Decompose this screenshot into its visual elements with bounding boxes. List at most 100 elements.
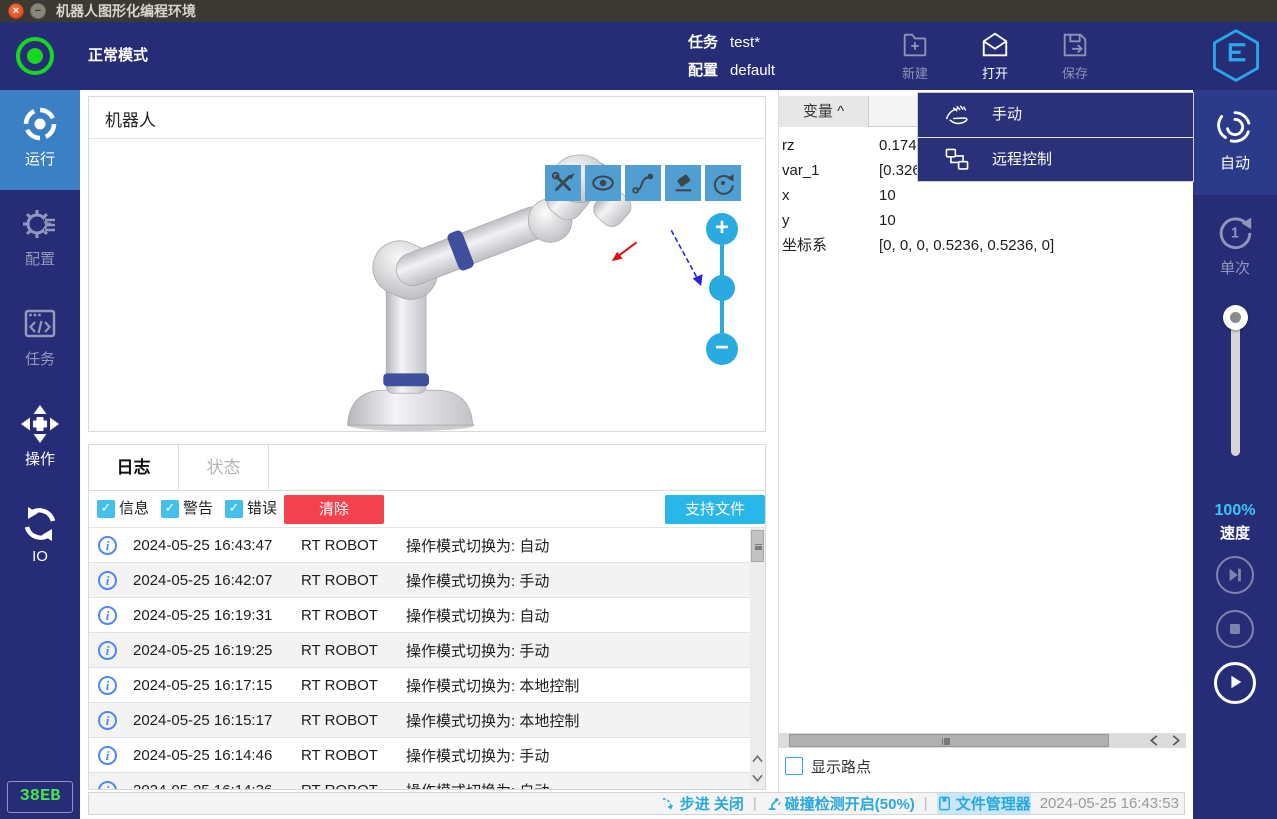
log-row: i 2024-05-25 16:17:15 RT ROBOT 操作模式切换为: … bbox=[89, 668, 750, 703]
log-message: 操作模式切换为: 自动 bbox=[406, 605, 549, 626]
log-row: i 2024-05-25 16:19:31 RT ROBOT 操作模式切换为: … bbox=[89, 598, 750, 633]
speed-slider-track[interactable] bbox=[1231, 318, 1240, 456]
scroll-down-button[interactable] bbox=[750, 769, 765, 788]
zoom-in-button[interactable]: + bbox=[706, 213, 738, 245]
task-value[interactable]: test* bbox=[730, 34, 760, 51]
status-timestamp: 2024-05-25 16:43:53 bbox=[1040, 795, 1179, 812]
sidebar-item-label: 任务 bbox=[0, 348, 80, 369]
tab-status[interactable]: 状态 bbox=[179, 445, 269, 491]
robot-panel: 机器人 bbox=[88, 96, 766, 432]
variables-panel: 变量 ^ rz 0.1745 var_1 [0.326 x 10 y 10 坐 bbox=[778, 90, 1185, 792]
info-icon: i bbox=[98, 641, 117, 660]
rotate-view-button[interactable] bbox=[705, 165, 741, 201]
path-icon bbox=[630, 170, 656, 196]
speed-label: 速度 bbox=[1193, 522, 1277, 543]
auto-mode-label: 自动 bbox=[1193, 152, 1277, 173]
variable-value: [0.326 bbox=[879, 158, 921, 183]
clear-log-button[interactable]: 清除 bbox=[284, 495, 384, 524]
sidebar-item-operate[interactable]: 操作 bbox=[0, 390, 80, 490]
log-message: 操作模式切换为: 本地控制 bbox=[406, 675, 579, 696]
zoom-slider-knob[interactable] bbox=[709, 275, 735, 301]
auto-swirl-icon bbox=[1214, 106, 1256, 148]
log-message: 操作模式切换为: 手动 bbox=[406, 570, 549, 591]
log-row: i 2024-05-25 16:15:17 RT ROBOT 操作模式切换为: … bbox=[89, 703, 750, 738]
check-icon: ✓ bbox=[101, 501, 112, 516]
single-run-button[interactable]: 1 单次 bbox=[1193, 195, 1277, 300]
log-panel: 日志 状态 ✓ 信息 ✓ 警告 ✓ 错误 清除 支持文件 i 2024-05-2… bbox=[88, 444, 766, 790]
step-icon bbox=[661, 796, 676, 811]
info-filter-label: 信息 bbox=[119, 500, 149, 518]
log-scrollbar-thumb[interactable] bbox=[751, 530, 764, 562]
auto-mode-button[interactable]: 自动 bbox=[1193, 90, 1277, 195]
close-icon[interactable]: × bbox=[8, 3, 24, 19]
variables-hscrollbar-thumb[interactable] bbox=[789, 734, 1109, 747]
log-message: 操作模式切换为: 手动 bbox=[406, 745, 549, 766]
minimize-icon[interactable]: − bbox=[30, 3, 46, 19]
stop-button[interactable] bbox=[1216, 610, 1254, 648]
log-time: 2024-05-25 16:19:31 bbox=[133, 607, 301, 624]
task-row: 任务test* bbox=[688, 31, 760, 55]
info-icon: i bbox=[98, 746, 117, 765]
new-file-icon bbox=[900, 30, 930, 60]
left-sidebar: 运行 配置 任务 bbox=[0, 90, 80, 819]
step-label: 步进 关闭 bbox=[680, 793, 744, 814]
brand-logo-icon bbox=[1206, 26, 1266, 86]
log-source: RT ROBOT bbox=[301, 782, 406, 790]
main-content: 机器人 bbox=[80, 90, 1193, 819]
log-time: 2024-05-25 16:15:17 bbox=[133, 712, 301, 729]
variables-title: 变量 bbox=[803, 103, 833, 120]
info-icon: i bbox=[98, 676, 117, 695]
log-message: 操作模式切换为: 自动 bbox=[406, 780, 549, 790]
separator: | bbox=[753, 795, 757, 812]
svg-text:1: 1 bbox=[1231, 226, 1239, 242]
path-button[interactable] bbox=[625, 165, 661, 201]
show-waypoints-checkbox[interactable] bbox=[785, 757, 803, 775]
variable-row: x 10 bbox=[779, 183, 1186, 208]
tools-button[interactable] bbox=[545, 165, 581, 201]
warning-checkbox[interactable]: ✓ bbox=[161, 500, 179, 518]
log-row: i 2024-05-25 16:19:25 RT ROBOT 操作模式切换为: … bbox=[89, 633, 750, 668]
mode-label: 正常模式 bbox=[88, 22, 148, 90]
sidebar-item-config[interactable]: 配置 bbox=[0, 190, 80, 290]
sidebar-item-io[interactable]: IO bbox=[0, 490, 80, 580]
sidebar-item-task[interactable]: 任务 bbox=[0, 290, 80, 390]
status-bar: 步进 关闭 | 碰撞检测开启(50%) | 文件管理器 2024-05-25 1 bbox=[88, 792, 1185, 815]
variables-tab[interactable]: 变量 ^ bbox=[779, 96, 869, 127]
menu-item-label: 远程控制 bbox=[992, 138, 1052, 182]
collision-label: 碰撞检测开启(50%) bbox=[785, 793, 915, 814]
visibility-button[interactable] bbox=[585, 165, 621, 201]
save-button[interactable]: 保存 bbox=[1043, 30, 1107, 86]
menu-item-remote[interactable]: 远程控制 bbox=[918, 138, 1193, 182]
config-value[interactable]: default bbox=[730, 62, 775, 79]
step-next-button[interactable] bbox=[1216, 556, 1254, 594]
info-checkbox[interactable]: ✓ bbox=[97, 500, 115, 518]
support-file-button[interactable]: 支持文件 bbox=[665, 495, 765, 524]
new-button[interactable]: 新建 bbox=[883, 30, 947, 86]
eraser-button[interactable] bbox=[665, 165, 701, 201]
info-icon: i bbox=[98, 536, 117, 555]
rotate-icon bbox=[710, 170, 736, 196]
error-checkbox[interactable]: ✓ bbox=[225, 500, 243, 518]
log-row: i 2024-05-25 16:42:07 RT ROBOT 操作模式切换为: … bbox=[89, 563, 750, 598]
sidebar-item-run[interactable]: 运行 bbox=[0, 90, 80, 190]
speed-slider-knob[interactable] bbox=[1223, 305, 1248, 330]
variable-row: y 10 bbox=[779, 208, 1186, 233]
tab-log[interactable]: 日志 bbox=[89, 445, 179, 491]
open-button[interactable]: 打开 bbox=[963, 30, 1027, 86]
scroll-up-button[interactable] bbox=[750, 750, 765, 769]
variables-hscrollbar[interactable] bbox=[779, 733, 1186, 748]
sidebar-item-label: 配置 bbox=[0, 248, 80, 269]
play-button[interactable] bbox=[1214, 662, 1256, 704]
menu-item-manual[interactable]: 手动 bbox=[918, 93, 1193, 137]
robot-3d-viewport[interactable]: + − bbox=[89, 139, 765, 431]
log-scrollbar[interactable] bbox=[750, 528, 765, 789]
log-time: 2024-05-25 16:42:07 bbox=[133, 572, 301, 589]
zoom-out-button[interactable]: − bbox=[706, 333, 738, 365]
step-mode-toggle[interactable]: 步进 关闭 bbox=[661, 793, 744, 814]
file-manager-button[interactable]: 文件管理器 bbox=[937, 793, 1031, 814]
collision-detect-toggle[interactable]: 碰撞检测开启(50%) bbox=[766, 793, 915, 814]
error-filter-label: 错误 bbox=[247, 500, 277, 518]
scroll-right-button[interactable] bbox=[1165, 733, 1186, 748]
scroll-left-button[interactable] bbox=[1143, 733, 1164, 748]
new-button-label: 新建 bbox=[883, 63, 947, 82]
